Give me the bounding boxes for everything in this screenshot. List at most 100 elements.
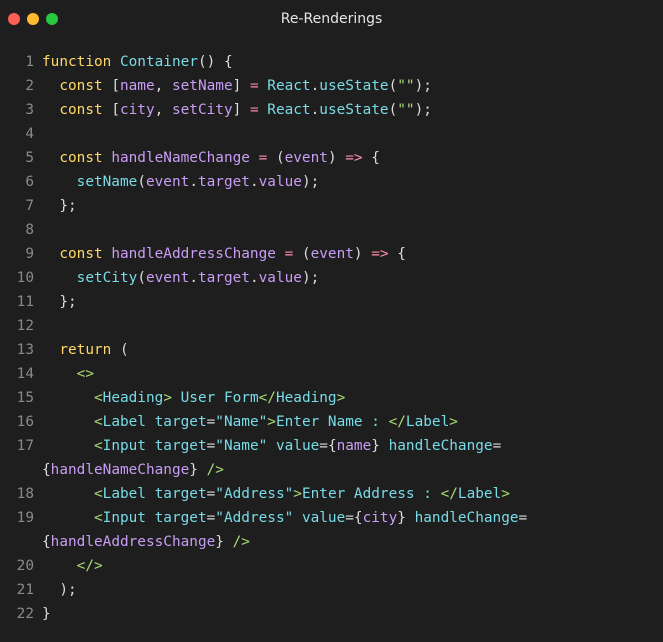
code-token: <> — [76, 366, 94, 382]
code-token: React — [267, 78, 311, 94]
line-number: 3 — [25, 102, 34, 118]
code-line: 18 <Label target="Address">Enter Address… — [0, 482, 663, 506]
code-token: return — [59, 342, 120, 358]
code-token: ); — [414, 78, 432, 94]
code-token: Enter Address : — [301, 486, 441, 502]
window-title: Re-Renderings — [280, 11, 383, 27]
line-number: 6 — [25, 174, 34, 190]
code-token: target — [154, 486, 207, 502]
code-text: <> — [42, 362, 94, 386]
code-line: 9 const handleAddressChange = (event) =>… — [0, 242, 663, 266]
code-token: = — [518, 510, 528, 526]
line-number: 9 — [25, 246, 34, 262]
code-token: const — [59, 78, 112, 94]
code-token: = — [258, 150, 276, 166]
code-token: = — [206, 438, 216, 454]
code-token: Label — [457, 486, 502, 502]
code-token: "Name" — [215, 438, 276, 454]
code-token: ={ — [319, 438, 337, 454]
code-line: 8 — [0, 218, 663, 242]
code-token: /> — [206, 462, 224, 478]
code-token: { — [371, 150, 380, 166]
code-token: } — [189, 462, 207, 478]
code-text: const [name, setName] = React.useState("… — [42, 74, 432, 98]
code-token: < — [93, 438, 103, 454]
code-token: = — [206, 510, 216, 526]
code-token: value — [301, 510, 346, 526]
code-token: value — [258, 270, 302, 286]
code-token: handleChange — [388, 438, 493, 454]
code-token: ( — [388, 78, 398, 94]
line-number: 2 — [25, 78, 34, 94]
code-token: </ — [258, 390, 276, 406]
code-token: => — [371, 246, 398, 262]
code-token: [ — [111, 102, 120, 118]
code-text: function Container() { — [42, 50, 233, 74]
code-line: 5 const handleNameChange = (event) => { — [0, 146, 663, 170]
code-line: 19 <Input target="Address" value={city} … — [0, 506, 663, 530]
code-token: setCity — [76, 270, 138, 286]
code-token: [ — [111, 78, 120, 94]
code-token: "Name" — [215, 414, 268, 430]
code-token: ={ — [345, 510, 363, 526]
code-token: } — [42, 606, 51, 622]
code-token: target — [154, 510, 207, 526]
code-window: Re-Renderings 1 function Container() { 2 c… — [0, 0, 663, 642]
code-token: = — [206, 486, 216, 502]
line-number: 4 — [25, 126, 34, 142]
code-line: 22} — [0, 602, 663, 626]
line-number: 1 — [25, 54, 34, 70]
code-token: , — [154, 102, 172, 118]
code-line: 12 — [0, 314, 663, 338]
code-line: 16 <Label target="Name">Enter Name : </L… — [0, 410, 663, 434]
code-token: , — [154, 78, 172, 94]
code-token: ); — [414, 102, 432, 118]
code-token: . — [310, 102, 320, 118]
code-token: ( — [119, 342, 129, 358]
line-number: 10 — [16, 270, 34, 286]
code-token: value — [258, 174, 302, 190]
code-token: value — [275, 438, 320, 454]
code-editor[interactable]: 1 function Container() {2 const [name, se… — [0, 50, 663, 626]
code-token: ( — [301, 246, 311, 262]
code-token: { — [42, 462, 51, 478]
code-text: <Label target="Address">Enter Address : … — [42, 482, 510, 506]
code-text: const handleNameChange = (event) => { — [42, 146, 380, 170]
line-number: 22 — [16, 606, 34, 622]
code-token: ] — [232, 78, 250, 94]
line-number: 5 — [25, 150, 34, 166]
code-token: { — [397, 246, 406, 262]
code-token: Heading — [102, 390, 164, 406]
code-token: => — [345, 150, 372, 166]
code-token: handleAddressChange — [50, 534, 216, 550]
code-token: const — [59, 102, 112, 118]
code-token: = — [249, 102, 268, 118]
code-token: > — [293, 486, 302, 502]
code-token: < — [93, 390, 103, 406]
code-token: > — [336, 390, 346, 406]
code-text: }; — [42, 290, 76, 314]
line-number: 7 — [25, 198, 34, 214]
line-number: 19 — [16, 510, 34, 526]
code-token: ( — [137, 270, 146, 286]
code-line-wrap: {handleNameChange} /> — [0, 458, 663, 482]
code-token: > — [163, 390, 181, 406]
code-line: 15 <Heading> User Form</Heading> — [0, 386, 663, 410]
code-token: ( — [137, 174, 146, 190]
line-number: 21 — [16, 582, 34, 598]
line-number: 17 — [16, 438, 34, 454]
code-token: = — [492, 438, 502, 454]
line-number: 13 — [16, 342, 34, 358]
code-token: name — [336, 438, 372, 454]
code-token: = — [206, 414, 216, 430]
code-text: }; — [42, 194, 76, 218]
code-token: "Address" — [215, 486, 294, 502]
code-token: > — [449, 414, 458, 430]
